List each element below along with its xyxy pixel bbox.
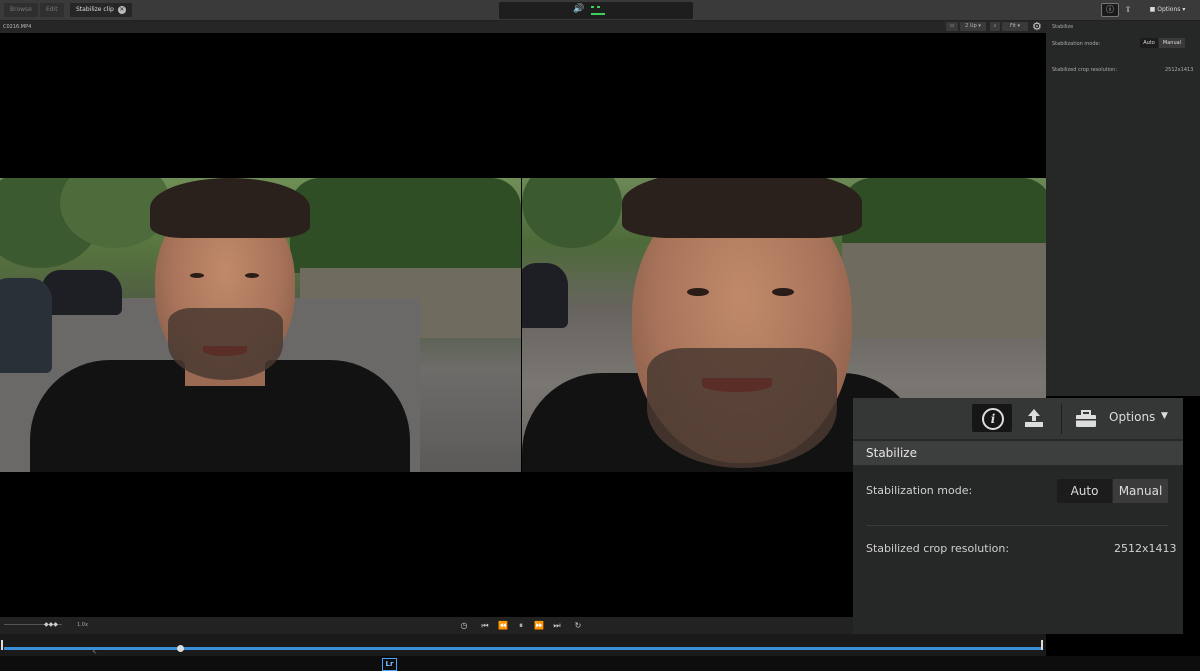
tab-label: Stabilize clip (76, 6, 114, 13)
panel-title: Stabilize (866, 446, 917, 460)
panel-header: Stabilize (853, 441, 1183, 465)
crop-label: Stabilized crop resolution: (866, 542, 1010, 555)
toolbar-divider (1061, 404, 1062, 434)
chevron-down-icon: ▼ (1161, 411, 1168, 421)
mode-auto-button[interactable]: Auto (1057, 479, 1112, 503)
info-icon[interactable]: ⓘ (1101, 3, 1119, 17)
step-forward-icon[interactable]: ⏩ (533, 620, 545, 631)
mode-label: Stabilization mode: (866, 484, 973, 497)
gear-icon[interactable]: ⚙ (1032, 20, 1042, 33)
speed-slider-handle[interactable]: ◆◆◆ (44, 621, 58, 628)
mode-auto-button[interactable]: Auto (1140, 38, 1158, 48)
zoom-select[interactable]: Fit ▾ (1002, 22, 1028, 31)
briefcase-icon: ■ (1149, 6, 1156, 13)
tab-edit[interactable]: Edit (40, 3, 64, 17)
mouse-cursor: ↖ (92, 649, 98, 656)
pause-icon[interactable]: ⏸ (515, 620, 527, 631)
speed-value: 1.0x (77, 622, 88, 628)
tab-stabilize-clip[interactable]: Stabilize clip ✕ (70, 3, 132, 17)
options-menu[interactable]: Options ▼ (1075, 408, 1175, 430)
info-button[interactable]: i (972, 404, 1012, 432)
out-point-marker[interactable] (1041, 640, 1043, 650)
timeline (0, 634, 1046, 656)
close-icon[interactable]: ✕ (117, 5, 126, 14)
timeline-track[interactable] (4, 647, 1041, 650)
crop-value: 2512x1413 (1165, 67, 1194, 73)
video-frame-original (0, 178, 521, 472)
search-icon[interactable]: ⌕ (990, 22, 1000, 31)
clip-filename: C0216.MP4 (3, 24, 32, 30)
volume-icon[interactable]: 🔊 (573, 4, 584, 14)
briefcase-icon (1076, 410, 1096, 427)
audio-meter: 🔊 (499, 2, 693, 19)
skip-start-icon[interactable]: ⏮ (479, 620, 491, 631)
info-icon: i (982, 408, 1004, 430)
viewer-toolbar (0, 21, 1046, 33)
options-label: Options (1109, 410, 1156, 424)
divider (866, 525, 1168, 526)
options-menu[interactable]: ■ Options ▾ (1145, 3, 1190, 17)
step-back-icon[interactable]: ⏪ (497, 620, 509, 631)
lightroom-icon[interactable]: Lr (382, 658, 397, 671)
stabilize-side-panel: Stabilize Stabilization mode: Auto Manua… (1046, 21, 1200, 396)
mode-label: Stabilization mode: (1052, 41, 1101, 47)
stabilize-panel-zoomed: i Options ▼ Stabilize Stabilization mode… (853, 398, 1183, 634)
transport-bar (0, 617, 853, 634)
skip-end-icon[interactable]: ⏭ (551, 620, 563, 631)
panel-title: Stabilize (1052, 24, 1074, 30)
export-icon[interactable] (1023, 408, 1045, 428)
playhead[interactable] (176, 645, 184, 652)
tab-browse[interactable]: Browse (4, 3, 38, 17)
export-icon[interactable]: ⇪ (1121, 3, 1135, 17)
bottom-bar (0, 656, 1200, 671)
loop-icon[interactable]: ↻ (572, 620, 584, 631)
mode-manual-button[interactable]: Manual (1159, 38, 1185, 48)
mode-manual-button[interactable]: Manual (1113, 479, 1168, 503)
crop-label: Stabilized crop resolution: (1052, 67, 1118, 73)
view-mode-select[interactable]: 2 Up ▾ (960, 22, 986, 31)
panel-toolbar: i Options ▼ (853, 398, 1183, 439)
compare-icon[interactable]: ▭ (946, 22, 958, 31)
crop-value: 2512x1413 (1114, 542, 1177, 555)
in-point-marker[interactable] (1, 640, 3, 650)
timer-icon[interactable]: ◷ (458, 620, 470, 631)
